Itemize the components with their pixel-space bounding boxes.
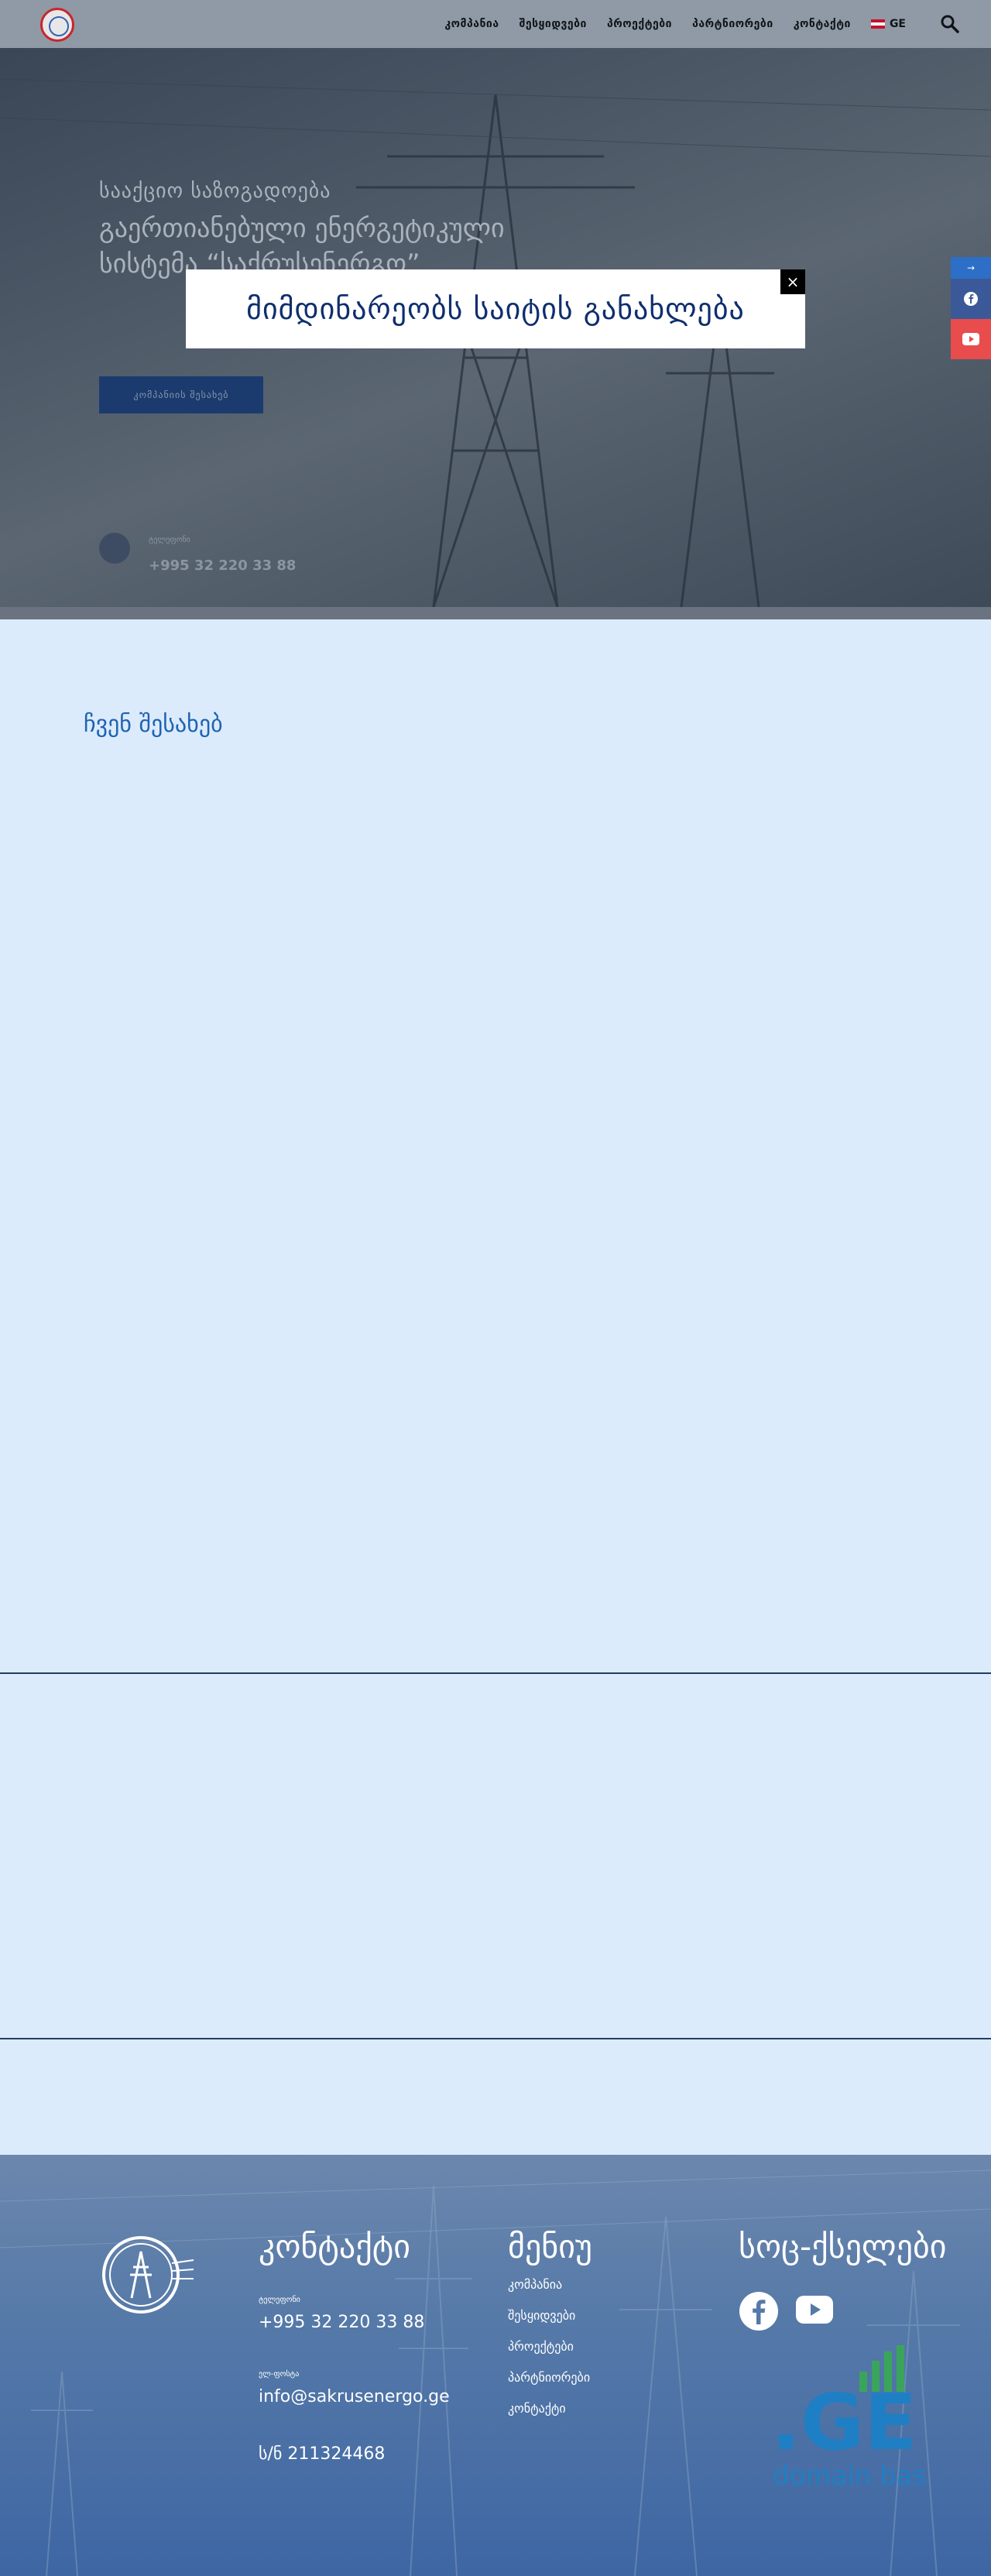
footer-phone-label: ტელეფონი — [259, 2296, 300, 2304]
language-switcher[interactable]: GE — [870, 18, 906, 30]
about-company-button[interactable]: კომპანიის შესახებ — [99, 376, 263, 413]
domain-base-badge[interactable]: .GE domain base — [771, 2345, 926, 2492]
search-icon[interactable] — [940, 14, 960, 34]
domain-badge-text: .GE — [771, 2377, 917, 2468]
footer-phone[interactable]: +995 32 220 33 88 — [259, 2313, 424, 2332]
footer-logo[interactable] — [94, 2232, 195, 2317]
social-sidebar: → — [951, 257, 991, 359]
footer-contact-title: კონტაქტი — [259, 2228, 410, 2266]
language-label: GE — [889, 18, 906, 30]
nav-item-contact[interactable]: კონტაქტი — [794, 18, 851, 30]
footer-menu-partners[interactable]: პარტნიორები — [508, 2370, 590, 2385]
flag-icon — [870, 19, 885, 29]
section-divider — [0, 2038, 991, 2039]
facebook-icon[interactable] — [951, 279, 991, 319]
footer-email[interactable]: info@sakrusenergo.ge — [259, 2387, 450, 2406]
nav-item-projects[interactable]: პროექტები — [607, 18, 672, 30]
footer-social-title: სოც-ქსელები — [739, 2228, 947, 2266]
nav-item-partners[interactable]: პარტნიორები — [692, 18, 773, 30]
site-footer: კონტაქტი ტელეფონი +995 32 220 33 88 ელ-ფ… — [0, 2155, 991, 2576]
maintenance-modal: მიმდინარეობს საიტის განახლება — [186, 269, 805, 348]
domain-badge-subtext: domain base — [773, 2461, 926, 2492]
footer-menu-company[interactable]: კომპანია — [508, 2277, 562, 2292]
nav-item-company[interactable]: კომპანია — [444, 18, 499, 30]
footer-facebook-icon[interactable] — [739, 2292, 778, 2331]
nav-item-procurement[interactable]: შესყიდვები — [520, 18, 587, 30]
close-icon[interactable]: × — [780, 269, 805, 294]
sidebar-toggle-icon[interactable]: → — [951, 257, 991, 279]
hero-phone-number[interactable]: +995 32 220 33 88 — [149, 557, 296, 574]
phone-icon — [99, 533, 130, 564]
footer-youtube-icon[interactable] — [796, 2296, 833, 2324]
about-section-title: ჩვენ შესახებ — [84, 711, 223, 738]
footer-menu-projects[interactable]: პროექტები — [508, 2339, 574, 2354]
footer-company-code: ს/ნ 211324468 — [259, 2444, 386, 2464]
hero-divider — [0, 607, 991, 619]
hero-phone-label: ტელეფონი — [149, 536, 190, 544]
footer-email-label: ელ-ფოსტა — [259, 2370, 300, 2379]
modal-message: მიმდინარეობს საიტის განახლება — [246, 292, 745, 326]
hero-subtitle: სააქციო საზოგადოება — [99, 180, 331, 203]
footer-menu-procurement[interactable]: შესყიდვები — [508, 2308, 575, 2323]
site-header: კომპანია შესყიდვები პროექტები პარტნიორებ… — [0, 0, 991, 48]
company-logo[interactable] — [40, 8, 74, 42]
footer-menu-contact[interactable]: კონტაქტი — [508, 2401, 566, 2416]
footer-menu-title: მენიუ — [508, 2228, 592, 2266]
section-divider — [0, 1672, 991, 1674]
youtube-icon[interactable] — [951, 319, 991, 359]
main-nav: კომპანია შესყიდვები პროექტები პარტნიორებ… — [444, 0, 906, 48]
